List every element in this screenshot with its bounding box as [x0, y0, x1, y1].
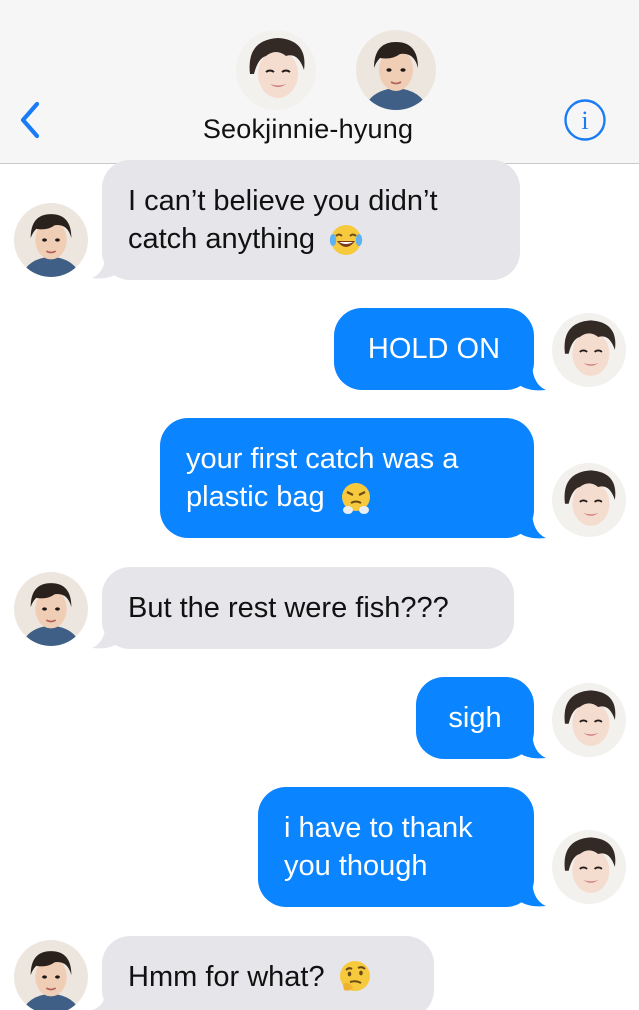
avatar[interactable]: [14, 203, 88, 277]
message-bubble-incoming[interactable]: I can’t believe you didn’t catch anythin…: [102, 160, 520, 280]
message-bubble-incoming[interactable]: Hmm for what?: [102, 936, 434, 1010]
message-bubble-outgoing[interactable]: HOLD ON: [334, 308, 534, 390]
contact-avatar-2[interactable]: [356, 30, 436, 110]
avatar-image: [14, 940, 88, 1010]
message-text-line: catch anything: [128, 220, 363, 258]
message-text-line: you though: [284, 850, 428, 882]
message-text-line: i have to thank: [284, 812, 473, 844]
info-icon: i: [564, 99, 606, 141]
avatar-image: [236, 30, 316, 110]
avatar[interactable]: [552, 463, 626, 537]
avatar-image: [14, 572, 88, 646]
face-with-tears-of-joy-icon: [329, 225, 363, 256]
face-with-steam-from-nose-icon: [341, 483, 370, 515]
avatar[interactable]: [552, 313, 626, 387]
message-text: catch anything: [128, 223, 316, 255]
chevron-left-icon: [20, 101, 40, 139]
message-text-line: plastic bag: [186, 478, 373, 516]
avatar-image: [552, 830, 626, 904]
message-text: Hmm for what?: [128, 961, 325, 993]
avatar[interactable]: [14, 572, 88, 646]
message-text-line: your first catch was a: [186, 443, 459, 475]
conversation-header: Seokjinnie-hyung i: [0, 0, 639, 164]
contact-avatar-1[interactable]: [236, 30, 316, 110]
info-button[interactable]: i: [563, 98, 607, 142]
message-bubble-outgoing[interactable]: your first catch was a plastic bag: [160, 418, 534, 538]
message-bubble-outgoing[interactable]: sigh: [416, 677, 534, 759]
thinking-face-icon: [339, 961, 370, 991]
contact-name[interactable]: Seokjinnie-hyung: [150, 114, 466, 145]
svg-text:i: i: [581, 106, 588, 135]
avatar-image: [552, 683, 626, 757]
avatar[interactable]: [552, 830, 626, 904]
avatar-image: [356, 30, 436, 110]
message-text: plastic bag: [186, 481, 325, 513]
avatar-image: [552, 313, 626, 387]
message-bubble-incoming[interactable]: But the rest were fish???: [102, 567, 514, 649]
avatar-image: [552, 463, 626, 537]
avatar[interactable]: [552, 683, 626, 757]
back-button[interactable]: [12, 96, 48, 144]
avatar-image: [14, 203, 88, 277]
avatar[interactable]: [14, 940, 88, 1010]
message-text-line: I can’t believe you didn’t: [128, 185, 438, 217]
message-bubble-outgoing[interactable]: i have to thank you though: [258, 787, 534, 907]
